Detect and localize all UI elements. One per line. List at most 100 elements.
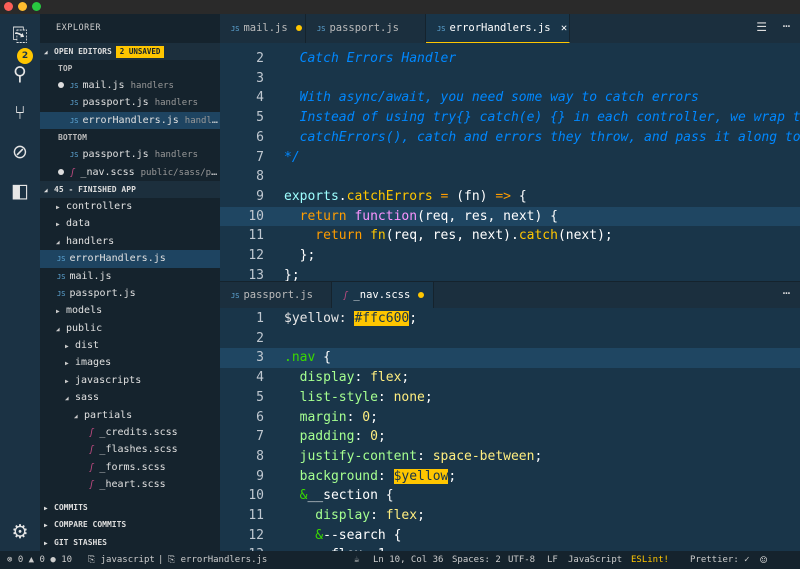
close-icon[interactable]: ✕ bbox=[555, 22, 567, 34]
open-editor-item[interactable]: JSerrorHandlers.js handler… bbox=[40, 111, 220, 130]
folder-item[interactable]: ▶ dist bbox=[40, 337, 220, 354]
source-control-icon[interactable]: ⑂ bbox=[9, 102, 31, 124]
file-item[interactable]: JS mail.js bbox=[40, 268, 220, 285]
code-token: fn bbox=[370, 228, 386, 244]
tab[interactable]: JS passport.js bbox=[220, 282, 332, 309]
folder-item[interactable]: ▶ javascripts bbox=[40, 372, 220, 389]
cursor-position[interactable]: Ln 10, Col 36 bbox=[373, 551, 443, 569]
language-mode[interactable]: JavaScript bbox=[568, 551, 622, 569]
code-token: : bbox=[370, 508, 386, 523]
line-number: 2 bbox=[256, 330, 264, 346]
open-editors-label: OPEN EDITORS bbox=[54, 47, 112, 56]
folder-item[interactable]: ▶ data bbox=[40, 215, 220, 232]
eslint-status[interactable]: ESLint! bbox=[631, 551, 669, 569]
file-item[interactable]: JS errorHandlers.js bbox=[40, 250, 220, 268]
debug-icon[interactable]: ⊘ bbox=[9, 141, 31, 163]
tab[interactable]: ʃ _nav.scss bbox=[332, 282, 434, 309]
file-item[interactable]: ʃ _forms.scss bbox=[40, 459, 220, 476]
indentation[interactable]: Spaces: 2 bbox=[452, 551, 501, 569]
project-label: 45 - FINISHED APP bbox=[54, 184, 136, 194]
top-editor[interactable]: 2 Catch Errors Handler 3 4 With async/awai… bbox=[220, 43, 800, 281]
code-token: background bbox=[284, 468, 378, 484]
code-token: ; bbox=[448, 468, 457, 484]
code-token: display bbox=[284, 370, 355, 386]
item-name: _flashes.scss bbox=[99, 444, 178, 456]
code-token: 0 bbox=[370, 429, 378, 445]
file-item[interactable]: ʃ _credits.scss bbox=[40, 424, 220, 441]
extensions-icon[interactable]: ◧ bbox=[9, 180, 31, 202]
problems-indicator[interactable]: ⊗ 0 ▲ 0 ● 10 bbox=[7, 551, 72, 569]
more-actions-icon[interactable]: ⋯ bbox=[783, 19, 790, 33]
file-path: handlers bbox=[154, 150, 199, 161]
folder-item[interactable]: ▶ images bbox=[40, 354, 220, 371]
open-editors-header[interactable]: ◢ OPEN EDITORS 2 UNSAVED bbox=[40, 43, 220, 60]
maximize-window-button[interactable] bbox=[32, 2, 41, 11]
close-window-button[interactable] bbox=[4, 2, 13, 11]
tab-label: mail.js bbox=[243, 22, 288, 34]
section-header[interactable]: ▶ COMPARE COMMITS bbox=[40, 516, 220, 534]
files-icon[interactable]: ⎘ bbox=[9, 24, 31, 46]
unsaved-dot-icon[interactable] bbox=[418, 292, 425, 298]
feedback-smiley-icon[interactable]: ☺ bbox=[760, 551, 767, 569]
open-editor-item[interactable]: JS passport.js handlers bbox=[40, 94, 220, 111]
code-token: ; bbox=[401, 370, 410, 386]
code-token: $yellow: bbox=[284, 311, 355, 326]
js-file-icon: JS bbox=[57, 289, 66, 298]
folder-item[interactable]: ◢ sass bbox=[40, 389, 220, 406]
open-editor-item[interactable]: JS mail.js handlers bbox=[40, 77, 220, 94]
code-token: padding bbox=[284, 429, 355, 445]
eol[interactable]: LF bbox=[547, 551, 558, 569]
unsaved-dot-icon[interactable] bbox=[295, 25, 302, 31]
code-line: 10 &__section { bbox=[220, 486, 800, 506]
code-token: . bbox=[338, 188, 347, 204]
code-token: return bbox=[284, 208, 355, 224]
minimize-window-button[interactable] bbox=[18, 2, 27, 11]
file-item[interactable]: JS passport.js bbox=[40, 285, 220, 302]
open-editor-item[interactable]: JS passport.js handlers bbox=[40, 146, 220, 163]
section-header[interactable]: ▶ COMMITS bbox=[40, 498, 220, 516]
project-header[interactable]: ◢ 45 - FINISHED APP bbox=[40, 180, 220, 198]
folder-item[interactable]: ◢ partials bbox=[40, 407, 220, 424]
sass-file-icon: ʃ bbox=[89, 445, 95, 456]
code-token: => bbox=[495, 188, 511, 204]
folder-item[interactable]: ◢ public bbox=[40, 320, 220, 337]
line-number: 5 bbox=[256, 389, 264, 405]
code-token: With async/await, you need some way to c… bbox=[284, 90, 699, 106]
gear-icon[interactable]: ⚙ bbox=[9, 521, 31, 543]
line-number: 3 bbox=[256, 70, 264, 86]
unsaved-dot-icon[interactable] bbox=[58, 168, 64, 175]
code-token: (fn) bbox=[456, 188, 496, 204]
folder-item[interactable]: ▶ controllers bbox=[40, 198, 220, 215]
bottom-editor[interactable]: 1 $yellow: #ffc600; 2 3 .nav {4 display: fle… bbox=[220, 308, 800, 551]
search-icon[interactable]: ⚲ bbox=[9, 63, 31, 85]
js-file-icon: JS bbox=[57, 272, 66, 281]
section-header[interactable]: ▶ GIT STASHES bbox=[40, 533, 220, 551]
file-item[interactable]: ʃ _heart.scss bbox=[40, 476, 220, 493]
file-indicator[interactable]: ⎘ errorHandlers.js bbox=[168, 551, 267, 569]
code-token: list-style bbox=[284, 389, 378, 405]
tab[interactable]: JS mail.js bbox=[220, 14, 306, 43]
more-actions-icon[interactable]: ⋯ bbox=[783, 286, 790, 300]
scope-indicator[interactable]: ⎘ javascript bbox=[88, 551, 155, 569]
open-editor-item[interactable]: ʃ _nav.scss public/sass/pa… bbox=[40, 164, 220, 181]
folder-item[interactable]: ◢ handlers bbox=[40, 233, 220, 250]
line-content: justify-content: space-between; bbox=[284, 447, 543, 467]
split-editor-icon[interactable]: ☰ bbox=[756, 20, 767, 34]
prettier-status[interactable]: Prettier: ✓ bbox=[690, 551, 750, 569]
line-content: display: flex; bbox=[284, 368, 410, 388]
encoding[interactable]: UTF-8 bbox=[508, 551, 535, 569]
chevron-down-icon: ◢ bbox=[74, 412, 78, 420]
folder-item[interactable]: ▶ models bbox=[40, 302, 220, 319]
status-bar: ⊗ 0 ▲ 0 ● 10 ⎘ javascript | ⎘ errorHandl… bbox=[0, 551, 800, 569]
item-name: handlers bbox=[66, 235, 115, 247]
code-token: ; bbox=[409, 311, 418, 326]
tab[interactable]: JS errorHandlers.js ✕ bbox=[426, 14, 570, 43]
tab[interactable]: JS passport.js bbox=[306, 14, 426, 43]
line-number: 1 bbox=[256, 311, 264, 326]
file-item[interactable]: ʃ _flashes.scss bbox=[40, 441, 220, 458]
code-token: }; bbox=[284, 248, 316, 263]
code-line: 11 return fn(req, res, next).catch(next)… bbox=[220, 226, 800, 246]
chevron-down-icon: ◢ bbox=[56, 325, 60, 333]
unsaved-dot-icon[interactable] bbox=[58, 82, 64, 88]
code-token: & bbox=[284, 488, 308, 504]
